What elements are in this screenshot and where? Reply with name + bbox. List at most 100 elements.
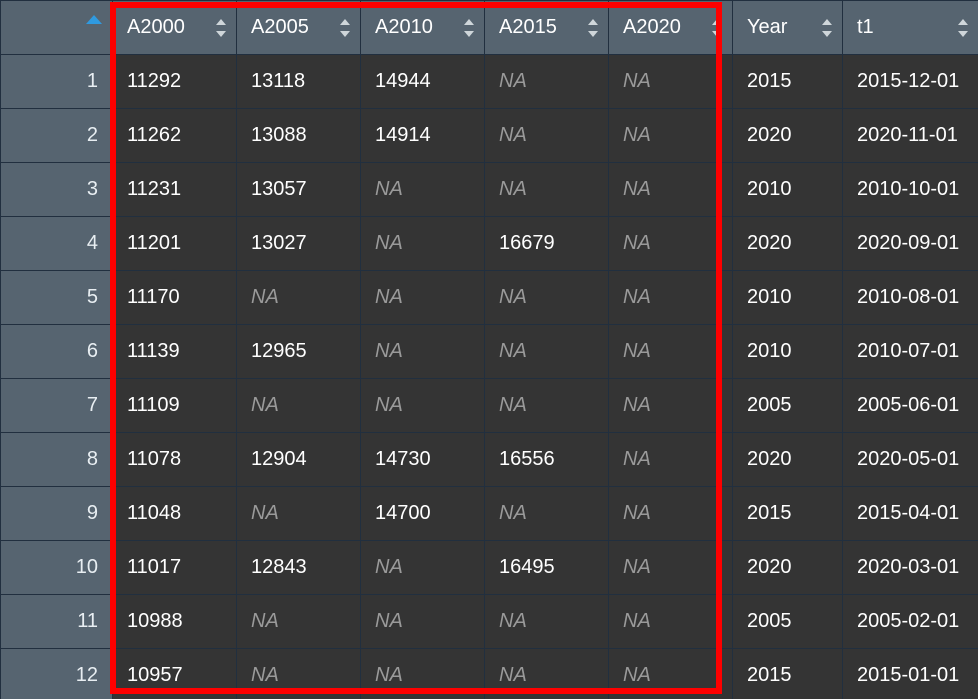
table-row[interactable]: 5 11170 NA NA NA NA 2010 2010-08-01 — [0, 270, 978, 325]
cell-a2015[interactable]: 16679 — [484, 216, 609, 271]
cell-t1[interactable]: 2020-05-01 — [842, 432, 978, 487]
cell-a2010[interactable]: NA — [360, 216, 485, 271]
column-header-t1[interactable]: t1 — [842, 0, 978, 55]
cell-a2000[interactable]: 11170 — [112, 270, 237, 325]
sort-arrows-icon[interactable] — [464, 18, 475, 37]
cell-a2000[interactable]: 11201 — [112, 216, 237, 271]
cell-a2010[interactable]: NA — [360, 648, 485, 699]
row-number-cell[interactable]: 8 — [0, 432, 113, 487]
cell-a2015[interactable]: NA — [484, 108, 609, 163]
cell-a2005[interactable]: 12965 — [236, 324, 361, 379]
column-header-a2005[interactable]: A2005 — [236, 0, 361, 55]
cell-a2020[interactable]: NA — [608, 162, 733, 217]
cell-a2010[interactable]: NA — [360, 270, 485, 325]
cell-a2005[interactable]: 12843 — [236, 540, 361, 595]
cell-year[interactable]: 2020 — [732, 432, 843, 487]
row-number-cell[interactable]: 6 — [0, 324, 113, 379]
sort-arrows-icon[interactable] — [588, 18, 599, 37]
cell-a2005[interactable]: 13027 — [236, 216, 361, 271]
cell-year[interactable]: 2020 — [732, 216, 843, 271]
cell-year[interactable]: 2010 — [732, 162, 843, 217]
column-header-a2000[interactable]: A2000 — [112, 0, 237, 55]
cell-a2005[interactable]: 13118 — [236, 54, 361, 109]
table-row[interactable]: 7 11109 NA NA NA NA 2005 2005-06-01 — [0, 378, 978, 433]
sort-arrows-icon[interactable] — [340, 18, 351, 37]
triangle-up-icon[interactable] — [86, 15, 102, 24]
cell-t1[interactable]: 2015-12-01 — [842, 54, 978, 109]
cell-a2000[interactable]: 11231 — [112, 162, 237, 217]
cell-a2005[interactable]: 13057 — [236, 162, 361, 217]
cell-a2010[interactable]: NA — [360, 540, 485, 595]
row-number-cell[interactable]: 11 — [0, 594, 113, 649]
column-header-a2020[interactable]: A2020 — [608, 0, 733, 55]
cell-a2000[interactable]: 11048 — [112, 486, 237, 541]
sort-arrows-icon[interactable] — [958, 18, 969, 37]
cell-a2020[interactable]: NA — [608, 648, 733, 699]
table-row[interactable]: 9 11048 NA 14700 NA NA 2015 2015-04-01 — [0, 486, 978, 541]
cell-a2005[interactable]: NA — [236, 486, 361, 541]
cell-a2010[interactable]: NA — [360, 594, 485, 649]
cell-a2000[interactable]: 11109 — [112, 378, 237, 433]
cell-a2015[interactable]: NA — [484, 54, 609, 109]
cell-a2010[interactable]: NA — [360, 162, 485, 217]
cell-a2000[interactable]: 10957 — [112, 648, 237, 699]
cell-a2020[interactable]: NA — [608, 324, 733, 379]
row-number-cell[interactable]: 9 — [0, 486, 113, 541]
cell-a2020[interactable]: NA — [608, 378, 733, 433]
cell-a2010[interactable]: NA — [360, 324, 485, 379]
cell-a2010[interactable]: 14700 — [360, 486, 485, 541]
row-number-cell[interactable]: 12 — [0, 648, 113, 699]
cell-a2010[interactable]: 14730 — [360, 432, 485, 487]
cell-t1[interactable]: 2005-02-01 — [842, 594, 978, 649]
cell-year[interactable]: 2020 — [732, 108, 843, 163]
cell-a2000[interactable]: 11078 — [112, 432, 237, 487]
cell-a2015[interactable]: 16495 — [484, 540, 609, 595]
cell-year[interactable]: 2005 — [732, 594, 843, 649]
cell-t1[interactable]: 2005-06-01 — [842, 378, 978, 433]
cell-t1[interactable]: 2020-11-01 — [842, 108, 978, 163]
cell-t1[interactable]: 2015-01-01 — [842, 648, 978, 699]
column-header-a2010[interactable]: A2010 — [360, 0, 485, 55]
cell-a2005[interactable]: 12904 — [236, 432, 361, 487]
row-number-cell[interactable]: 4 — [0, 216, 113, 271]
cell-a2000[interactable]: 11262 — [112, 108, 237, 163]
cell-a2000[interactable]: 11017 — [112, 540, 237, 595]
cell-year[interactable]: 2010 — [732, 324, 843, 379]
cell-a2015[interactable]: NA — [484, 378, 609, 433]
column-header-a2015[interactable]: A2015 — [484, 0, 609, 55]
row-number-cell[interactable]: 7 — [0, 378, 113, 433]
table-row[interactable]: 11 10988 NA NA NA NA 2005 2005-02-01 — [0, 594, 978, 649]
cell-a2020[interactable]: NA — [608, 108, 733, 163]
cell-a2020[interactable]: NA — [608, 594, 733, 649]
column-header-year[interactable]: Year — [732, 0, 843, 55]
cell-a2005[interactable]: NA — [236, 648, 361, 699]
cell-year[interactable]: 2015 — [732, 486, 843, 541]
cell-a2015[interactable]: 16556 — [484, 432, 609, 487]
cell-t1[interactable]: 2020-03-01 — [842, 540, 978, 595]
cell-a2015[interactable]: NA — [484, 594, 609, 649]
row-number-cell[interactable]: 10 — [0, 540, 113, 595]
cell-a2010[interactable]: NA — [360, 378, 485, 433]
cell-t1[interactable]: 2010-10-01 — [842, 162, 978, 217]
cell-a2000[interactable]: 11139 — [112, 324, 237, 379]
cell-a2020[interactable]: NA — [608, 54, 733, 109]
cell-a2015[interactable]: NA — [484, 270, 609, 325]
cell-year[interactable]: 2015 — [732, 648, 843, 699]
cell-year[interactable]: 2005 — [732, 378, 843, 433]
cell-a2000[interactable]: 11292 — [112, 54, 237, 109]
table-row[interactable]: 8 11078 12904 14730 16556 NA 2020 2020-05-01 — [0, 432, 978, 487]
cell-a2005[interactable]: 13088 — [236, 108, 361, 163]
table-row[interactable]: 10 11017 12843 NA 16495 NA 2020 2020-03-01 — [0, 540, 978, 595]
cell-a2020[interactable]: NA — [608, 270, 733, 325]
row-number-cell[interactable]: 3 — [0, 162, 113, 217]
cell-a2015[interactable]: NA — [484, 324, 609, 379]
cell-a2020[interactable]: NA — [608, 216, 733, 271]
cell-a2005[interactable]: NA — [236, 270, 361, 325]
sort-arrows-icon[interactable] — [712, 18, 723, 37]
cell-a2020[interactable]: NA — [608, 540, 733, 595]
table-row[interactable]: 12 10957 NA NA NA NA 2015 2015-01-01 — [0, 648, 978, 699]
row-number-cell[interactable]: 1 — [0, 54, 113, 109]
cell-a2005[interactable]: NA — [236, 378, 361, 433]
cell-t1[interactable]: 2020-09-01 — [842, 216, 978, 271]
cell-t1[interactable]: 2010-07-01 — [842, 324, 978, 379]
